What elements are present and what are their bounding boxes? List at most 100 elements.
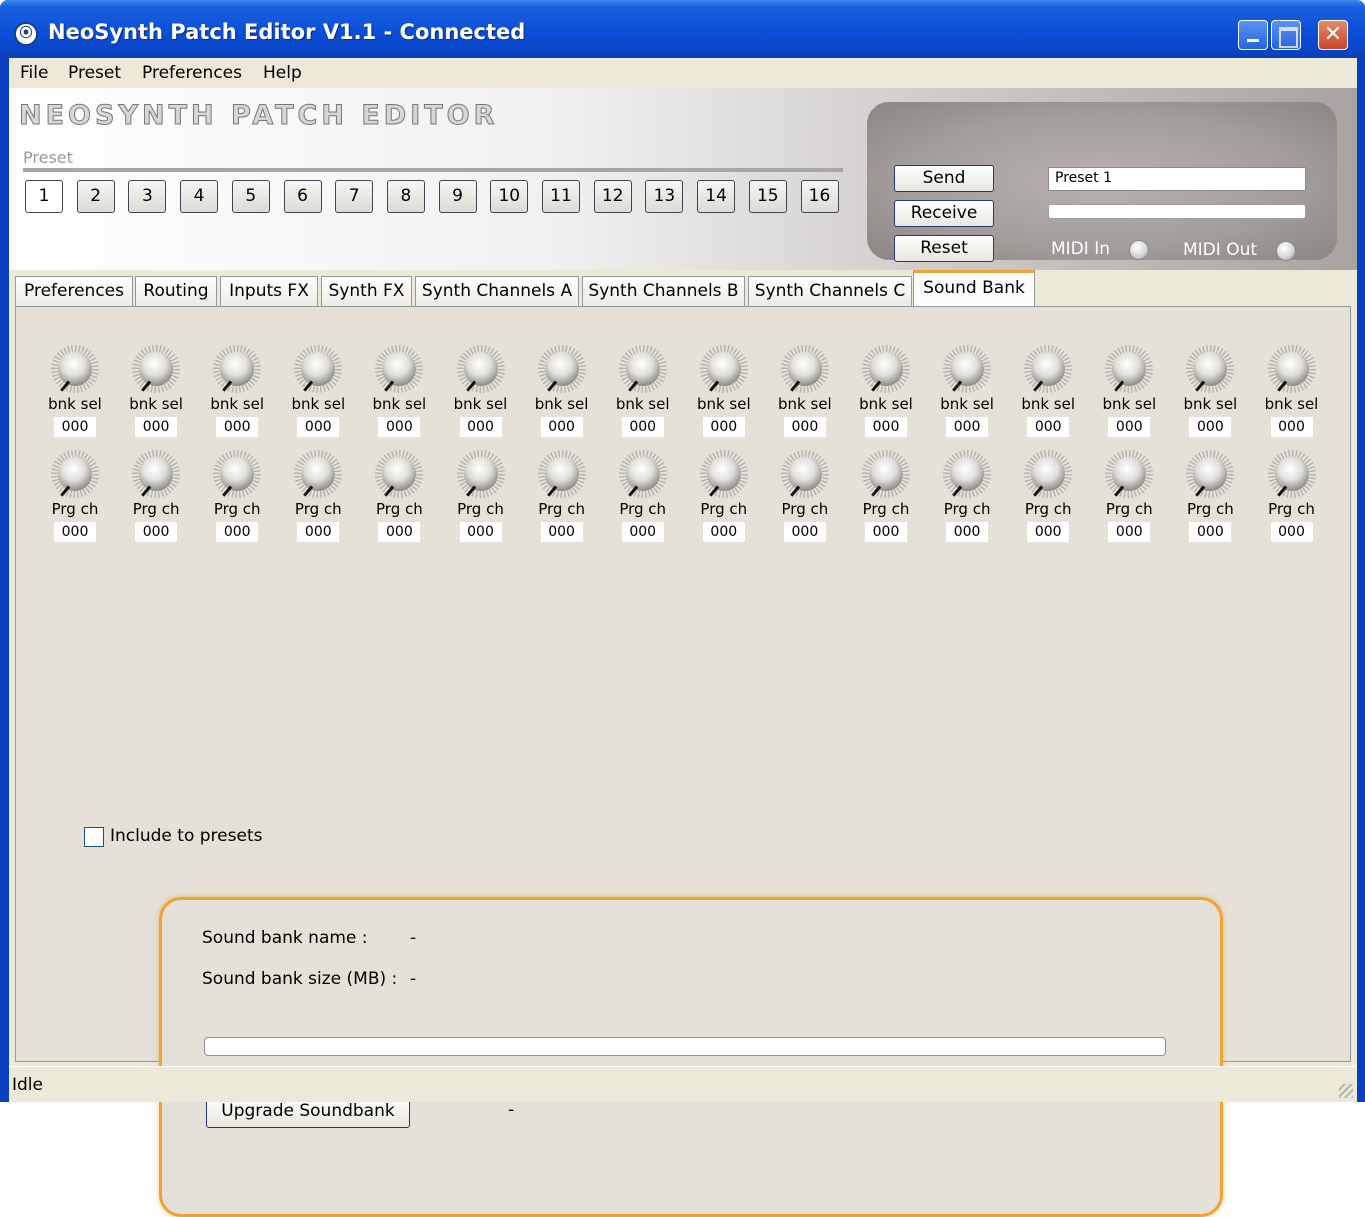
preset-button-16[interactable]: 16: [800, 180, 839, 213]
knob-value[interactable]: 000: [621, 522, 664, 542]
tab-synth-channels-a[interactable]: Synth Channels A: [415, 276, 579, 306]
knob-value[interactable]: 000: [216, 417, 259, 437]
knob-dial-icon[interactable]: [1267, 345, 1316, 393]
preset-button-10[interactable]: 10: [490, 180, 529, 213]
knob-dial-icon[interactable]: [862, 450, 910, 498]
knob-value[interactable]: 000: [297, 417, 340, 437]
knob-value[interactable]: 000: [378, 417, 421, 437]
menu-file[interactable]: File: [20, 63, 48, 83]
knob-dial-icon[interactable]: [1267, 450, 1316, 498]
knob-value[interactable]: 000: [865, 522, 907, 542]
knob-dial-icon[interactable]: [294, 345, 343, 393]
knob-dial-icon[interactable]: [1024, 345, 1073, 393]
knob-value[interactable]: 000: [54, 417, 96, 437]
knob-dial-icon[interactable]: [132, 450, 181, 498]
tab-inputs-fx[interactable]: Inputs FX: [220, 276, 318, 306]
preset-name-field[interactable]: Preset 1: [1048, 167, 1306, 191]
preset-button-7[interactable]: 7: [335, 180, 374, 213]
menu-preset[interactable]: Preset: [68, 63, 121, 83]
preset-button-15[interactable]: 15: [748, 180, 787, 213]
preset-button-6[interactable]: 6: [283, 180, 322, 213]
preset-button-14[interactable]: 14: [697, 180, 736, 213]
preset-button-1[interactable]: 1: [25, 180, 63, 213]
knob-dial-icon[interactable]: [456, 450, 505, 498]
knob-value[interactable]: 000: [702, 417, 745, 437]
knob-value[interactable]: 000: [783, 522, 826, 542]
knob-value[interactable]: 000: [459, 417, 502, 437]
knob-dial-icon[interactable]: [51, 345, 99, 393]
receive-button[interactable]: Receive: [894, 200, 994, 227]
knob-value[interactable]: 000: [54, 522, 96, 542]
maximize-button[interactable]: [1271, 20, 1301, 50]
knob-value[interactable]: 000: [946, 417, 989, 437]
preset-button-5[interactable]: 5: [231, 180, 270, 213]
knob-value[interactable]: 000: [135, 417, 178, 437]
minimize-button[interactable]: [1238, 20, 1268, 50]
knob-dial-icon[interactable]: [1105, 450, 1154, 498]
tab-preferences[interactable]: Preferences: [15, 276, 133, 306]
knob-dial-icon[interactable]: [375, 450, 424, 498]
knob-dial-icon[interactable]: [699, 345, 748, 393]
knob-value[interactable]: 000: [1027, 417, 1070, 437]
tab-synth-fx[interactable]: Synth FX: [321, 276, 412, 306]
knob-value[interactable]: 000: [459, 522, 502, 542]
knob-value[interactable]: 000: [702, 522, 745, 542]
knob-dial-icon[interactable]: [780, 450, 829, 498]
knob-dial-icon[interactable]: [537, 345, 586, 393]
knob-value[interactable]: 000: [216, 522, 259, 542]
knob-dial-icon[interactable]: [618, 450, 667, 498]
preset-button-2[interactable]: 2: [76, 180, 115, 213]
knob-value[interactable]: 000: [946, 522, 989, 542]
preset-button-11[interactable]: 11: [542, 180, 580, 213]
knob-dial-icon[interactable]: [618, 345, 667, 393]
knob-dial-icon[interactable]: [943, 345, 992, 393]
preset-button-9[interactable]: 9: [438, 180, 477, 213]
knob-dial-icon[interactable]: [1105, 345, 1154, 393]
preset-button-4[interactable]: 4: [180, 180, 219, 213]
knob-value[interactable]: 000: [1189, 417, 1232, 437]
knob-dial-icon[interactable]: [537, 450, 586, 498]
include-presets-checkbox[interactable]: [84, 827, 104, 847]
knob-value[interactable]: 000: [540, 522, 583, 542]
tab-sound-bank[interactable]: Sound Bank: [913, 270, 1035, 307]
knob-dial-icon[interactable]: [1186, 345, 1235, 393]
tab-synth-channels-c[interactable]: Synth Channels C: [748, 276, 912, 306]
knob-dial-icon[interactable]: [780, 345, 829, 393]
send-button[interactable]: Send: [894, 165, 994, 192]
knob-dial-icon[interactable]: [456, 345, 505, 393]
knob-value[interactable]: 000: [1270, 417, 1313, 437]
knob-dial-icon[interactable]: [1024, 450, 1073, 498]
title-bar[interactable]: ⦿ NeoSynth Patch Editor V1.1 - Connected…: [0, 0, 1365, 58]
knob-value[interactable]: 000: [783, 417, 826, 437]
resize-grip-icon[interactable]: [1339, 1084, 1353, 1098]
knob-value[interactable]: 000: [1108, 417, 1151, 437]
preset-button-12[interactable]: 12: [593, 180, 632, 213]
knob-value[interactable]: 000: [1108, 522, 1151, 542]
knob-dial-icon[interactable]: [213, 345, 262, 393]
knob-value[interactable]: 000: [135, 522, 178, 542]
knob-dial-icon[interactable]: [51, 450, 99, 498]
knob-dial-icon[interactable]: [294, 450, 343, 498]
reset-button[interactable]: Reset: [894, 235, 994, 262]
menu-help[interactable]: Help: [263, 63, 302, 83]
knob-value[interactable]: 000: [297, 522, 340, 542]
menu-preferences[interactable]: Preferences: [142, 63, 242, 83]
close-button[interactable]: ✕: [1318, 20, 1348, 50]
knob-value[interactable]: 000: [378, 522, 421, 542]
preset-button-13[interactable]: 13: [645, 180, 684, 213]
knob-value[interactable]: 000: [1270, 522, 1313, 542]
knob-dial-icon[interactable]: [213, 450, 262, 498]
knob-value[interactable]: 000: [540, 417, 583, 437]
knob-value[interactable]: 000: [1027, 522, 1070, 542]
knob-dial-icon[interactable]: [132, 345, 181, 393]
knob-value[interactable]: 000: [621, 417, 664, 437]
knob-value[interactable]: 000: [865, 417, 907, 437]
tab-synth-channels-b[interactable]: Synth Channels B: [582, 276, 745, 306]
knob-dial-icon[interactable]: [862, 345, 910, 393]
knob-dial-icon[interactable]: [1186, 450, 1235, 498]
preset-button-3[interactable]: 3: [128, 180, 167, 213]
knob-dial-icon[interactable]: [375, 345, 424, 393]
knob-dial-icon[interactable]: [943, 450, 992, 498]
knob-value[interactable]: 000: [1189, 522, 1232, 542]
preset-button-8[interactable]: 8: [386, 180, 425, 213]
